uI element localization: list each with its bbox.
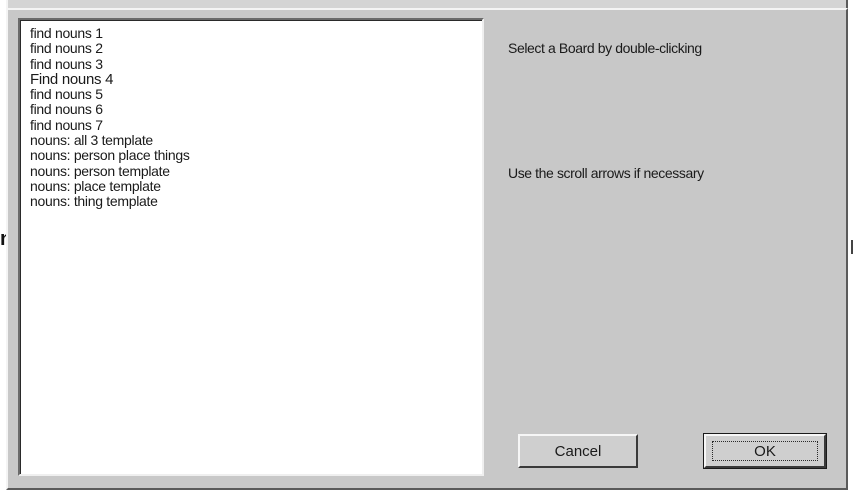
scroll-arrows-instruction: Use the scroll arrows if necessary <box>508 165 704 181</box>
board-list-item[interactable]: find nouns 5 <box>30 86 482 102</box>
board-list-item[interactable]: nouns: all 3 template <box>30 132 482 148</box>
board-list-item[interactable]: nouns: person place things <box>30 148 482 164</box>
board-list-item[interactable]: find nouns 2 <box>30 40 482 56</box>
ok-button[interactable]: OK <box>703 433 827 469</box>
background-edge-mark <box>851 240 853 254</box>
board-list-item[interactable]: find nouns 3 <box>30 56 482 72</box>
board-list-item[interactable]: find nouns 6 <box>30 102 482 118</box>
board-list-item[interactable]: find nouns 1 <box>30 25 482 41</box>
board-list-item[interactable]: nouns: place template <box>30 178 482 194</box>
board-list-item[interactable]: find nouns 7 <box>30 117 482 133</box>
cancel-button[interactable]: Cancel <box>518 434 638 468</box>
cancel-button-label: Cancel <box>554 442 602 460</box>
board-listbox[interactable]: find nouns 1 find nouns 2 find nouns 3 Find… <box>18 18 484 476</box>
board-list-item[interactable]: Find nouns 4 <box>30 72 482 88</box>
board-list-item[interactable]: nouns: thing template <box>30 193 482 209</box>
board-list-item[interactable]: nouns: person template <box>30 163 482 179</box>
dialog-title-bar-remnant <box>6 0 848 8</box>
select-board-instruction: Select a Board by double-clicking <box>508 40 702 56</box>
screen: n find nouns 1find nouns 2find nouns 3Fi… <box>0 0 859 500</box>
ok-button-label: OK <box>754 442 776 460</box>
